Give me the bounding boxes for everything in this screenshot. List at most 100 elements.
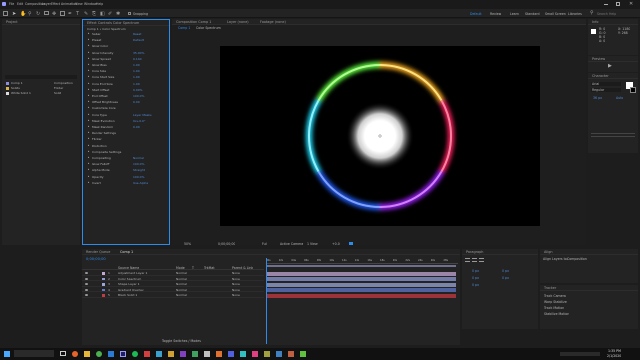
twirl-icon[interactable]: ▸ xyxy=(88,119,89,124)
composition-viewer[interactable] xyxy=(220,46,540,226)
twirl-icon[interactable]: ▸ xyxy=(88,144,89,149)
explorer-icon[interactable] xyxy=(84,351,90,357)
track-camera-button[interactable]: Track Camera xyxy=(544,294,566,298)
property-value[interactable]: Normal xyxy=(133,156,144,161)
hand-tool-icon[interactable]: ✋ xyxy=(20,11,26,17)
info-panel-title[interactable]: Info xyxy=(588,19,638,25)
menu-effect[interactable]: Effect xyxy=(51,2,60,6)
effect-property-row[interactable]: ▸ Mask Random 0.00 xyxy=(83,125,169,130)
twirl-icon[interactable]: ▸ xyxy=(88,63,89,68)
effect-property-row[interactable]: ▸ Core Size 1.04 xyxy=(83,69,169,74)
layer-name[interactable]: Adjustment Layer 1 xyxy=(118,271,147,275)
clone-tool-icon[interactable]: ⎘ xyxy=(92,11,96,17)
menu-file[interactable]: File xyxy=(9,2,14,6)
align-to-dropdown[interactable]: Composition xyxy=(567,257,587,261)
viewer-timecode[interactable]: 0;00;00;00 xyxy=(218,242,235,246)
visibility-eye-icon[interactable] xyxy=(85,277,88,280)
stroke-color-swatch[interactable] xyxy=(630,87,636,93)
preview-panel-title[interactable]: Preview xyxy=(588,56,638,62)
type-tool-icon[interactable]: T xyxy=(76,11,79,17)
property-value[interactable]: 35.00% xyxy=(133,51,144,56)
property-value[interactable]: 1.00 xyxy=(133,82,140,87)
effect-property-row[interactable]: ▸ Core Start Size 1.00 xyxy=(83,75,169,80)
align-center-icon[interactable] xyxy=(472,258,477,262)
property-value[interactable]: 100.0% xyxy=(133,162,144,167)
layer-duration-bar[interactable] xyxy=(266,271,456,276)
col-trkmat[interactable]: TrkMat xyxy=(204,266,215,270)
text-format-buttons[interactable] xyxy=(591,133,635,137)
firefox-icon[interactable] xyxy=(72,351,78,357)
after-effects-icon[interactable] xyxy=(120,351,126,357)
shape-tool-icon[interactable] xyxy=(60,11,65,16)
app-icon[interactable] xyxy=(168,351,174,357)
property-value[interactable]: 1.00 xyxy=(133,63,140,68)
property-value[interactable]: 1.04 xyxy=(133,69,140,74)
paragraph-panel-title[interactable]: Paragraph xyxy=(462,249,538,255)
layer-mode-dropdown[interactable]: Normal xyxy=(176,293,187,297)
layer-parent-dropdown[interactable]: None xyxy=(232,271,240,275)
layer-name[interactable]: Black Solid 1 xyxy=(118,293,137,297)
exposure-value[interactable]: +0.0 xyxy=(332,242,340,246)
effect-property-row[interactable]: ▸ Core Type Layer Masks xyxy=(83,113,169,118)
timeline-footer[interactable]: Toggle Switches / Modes xyxy=(162,339,201,343)
twirl-icon[interactable]: ▸ xyxy=(88,32,89,37)
menu-window[interactable]: Window xyxy=(84,2,97,6)
app-icon[interactable] xyxy=(264,351,270,357)
property-value[interactable]: 100.0% xyxy=(133,94,144,99)
twirl-icon[interactable]: ▸ xyxy=(88,75,89,80)
visibility-eye-icon[interactable] xyxy=(85,283,88,285)
font-size-field[interactable]: 36 px xyxy=(593,96,602,100)
indent-right-value[interactable]: 0 px xyxy=(502,269,509,273)
app-icon[interactable] xyxy=(240,351,246,357)
layer-mode-dropdown[interactable]: Normal xyxy=(176,277,187,281)
app-icon[interactable] xyxy=(216,351,222,357)
layer-mode-dropdown[interactable]: Normal xyxy=(176,282,187,286)
app-icon[interactable] xyxy=(156,351,162,357)
puppet-tool-icon[interactable]: ✱ xyxy=(116,11,120,17)
effect-property-row[interactable]: ▸ Glow Spread 0.140 xyxy=(83,57,169,62)
layer-name[interactable]: Color Spectrum xyxy=(118,277,141,281)
col-source-name[interactable]: Source Name xyxy=(118,266,139,270)
project-panel-title[interactable]: Project xyxy=(2,19,80,25)
visibility-eye-icon[interactable] xyxy=(85,288,88,291)
effect-property-row[interactable]: ▸ Glow Falloff 100.0% xyxy=(83,162,169,167)
app-icon[interactable] xyxy=(192,351,198,357)
property-value[interactable]: Layer Masks xyxy=(133,113,152,118)
warp-stabilize-button[interactable]: Warp Stabilize xyxy=(544,300,567,304)
align-right-icon[interactable] xyxy=(479,258,484,262)
minimize-icon[interactable] xyxy=(604,4,608,5)
align-left-icon[interactable] xyxy=(465,258,470,262)
play-button-icon[interactable]: ▶ xyxy=(608,63,612,69)
zoom-dropdown[interactable]: 50% xyxy=(184,242,191,246)
layer-name[interactable]: Gradient Overlay xyxy=(118,288,144,292)
effect-property-row[interactable]: ▸ Render Settings xyxy=(83,131,169,136)
twirl-icon[interactable]: ▸ xyxy=(88,162,89,167)
twirl-icon[interactable]: ▸ xyxy=(88,38,89,43)
property-value[interactable]: 0x+0.0° xyxy=(133,119,145,124)
taskbar-date[interactable]: 2/1/2020 xyxy=(607,354,621,358)
windows-start-icon[interactable] xyxy=(4,351,10,357)
chrome-icon[interactable] xyxy=(96,351,102,357)
search-help-input[interactable]: Search Help xyxy=(597,12,616,16)
col-parent[interactable]: Parent & Link xyxy=(232,266,253,270)
snapping-checkbox[interactable] xyxy=(128,12,131,15)
twirl-icon[interactable]: ▸ xyxy=(88,69,89,74)
comp1-timeline-tab[interactable]: Comp 1 xyxy=(120,249,133,254)
resolution-dropdown[interactable]: Full xyxy=(262,242,267,246)
effect-controls-title[interactable]: Effect Controls Color Spectrum xyxy=(83,20,169,26)
app-icon[interactable] xyxy=(276,351,282,357)
col-mode[interactable]: Mode xyxy=(176,266,185,270)
twirl-icon[interactable]: ▸ xyxy=(88,175,89,180)
layer-parent-dropdown[interactable]: None xyxy=(232,277,240,281)
col-t[interactable]: T xyxy=(192,266,194,270)
stabilize-motion-button[interactable]: Stabilize Motion xyxy=(544,312,569,316)
twirl-icon[interactable]: ▸ xyxy=(88,51,89,56)
twirl-icon[interactable]: ▸ xyxy=(88,113,89,118)
layer-duration-bar[interactable] xyxy=(266,282,456,287)
property-value[interactable]: 1.00 xyxy=(133,75,140,80)
app-icon[interactable] xyxy=(144,351,150,357)
twirl-icon[interactable]: ▸ xyxy=(88,44,89,49)
effect-property-row[interactable]: ▸ Saber Reset xyxy=(83,32,169,37)
layer-parent-dropdown[interactable]: None xyxy=(232,282,240,286)
workspace-small-screen[interactable]: Small Screen xyxy=(545,12,566,16)
